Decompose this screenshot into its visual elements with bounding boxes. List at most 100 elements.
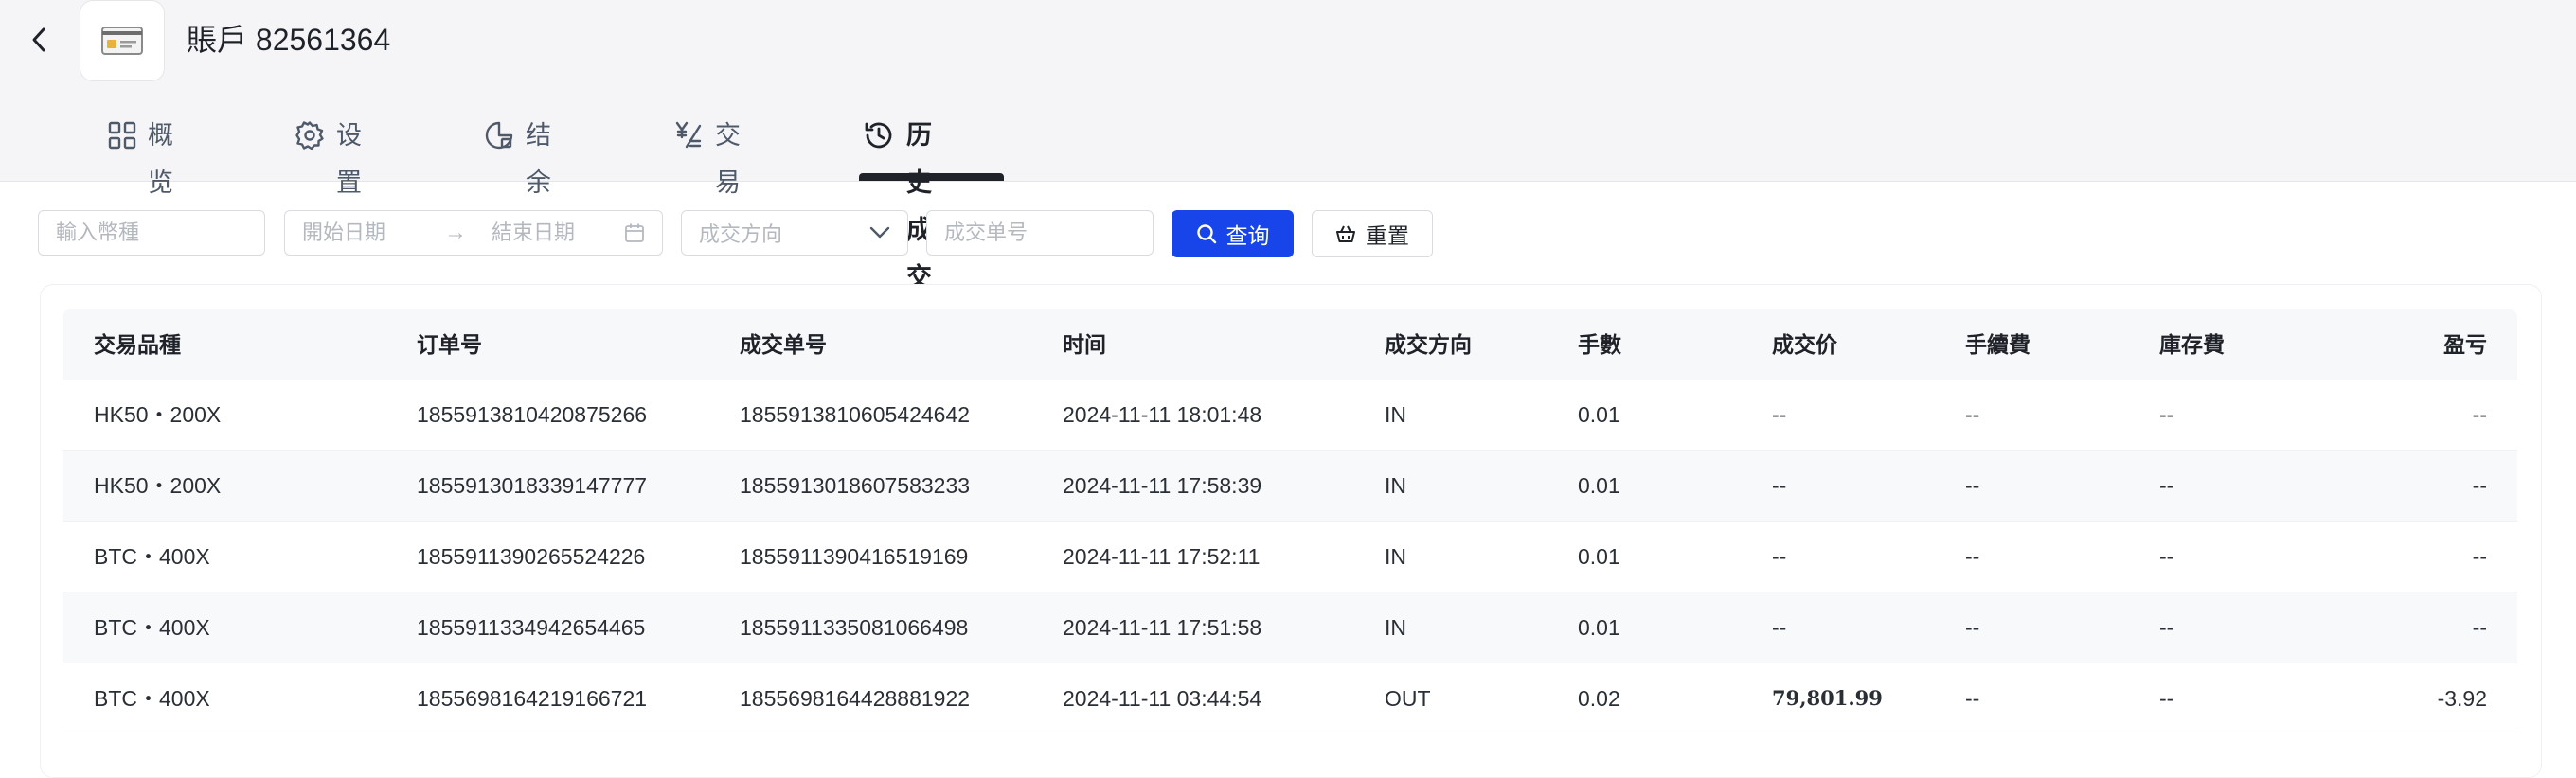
cell-swap: --: [2159, 544, 2174, 569]
chevron-left-icon: [32, 27, 45, 52]
tab-settings[interactable]: 设置: [295, 112, 366, 197]
cell-lots: 0.01: [1578, 473, 1620, 498]
back-button[interactable]: [25, 21, 53, 59]
cell-swap: --: [2159, 615, 2174, 640]
cell-symbol: HK50・200X: [94, 402, 222, 427]
calendar-icon: [624, 222, 645, 248]
col-time: 时间: [1063, 332, 1106, 357]
cell-lots: 0.02: [1578, 686, 1620, 711]
balance-icon: [484, 118, 514, 152]
cell-price: --: [1772, 473, 1787, 498]
cell-deal-no: 1855698164428881922: [740, 686, 971, 711]
deal-no-input-wrap: [926, 210, 1154, 256]
arrow-right-icon: →: [444, 220, 467, 245]
query-button-label: 查询: [1225, 223, 1270, 248]
search-icon: [1196, 224, 1216, 244]
gear-icon: [295, 118, 325, 152]
cell-order-no: 1855913810420875266: [417, 402, 648, 427]
cell-lots: 0.01: [1578, 544, 1620, 569]
cell-profit: -3.92: [2437, 686, 2487, 711]
table-row[interactable]: BTC・400X 1855911334942654465 18559113350…: [63, 592, 2517, 663]
reset-button-label: 重置: [1366, 223, 1409, 248]
history-table: 交易品種 订单号 成交单号 时间 成交方向 手數 成交价 手續費 庫存費 盈亏 …: [63, 309, 2517, 734]
table-row[interactable]: BTC・400X 1855698164219166721 18556981644…: [63, 663, 2517, 734]
cell-time: 2024-11-11 03:44:54: [1063, 686, 1262, 711]
cell-price: --: [1772, 402, 1787, 427]
tab-label: 概览: [148, 121, 173, 197]
reset-button[interactable]: 重置: [1312, 210, 1433, 257]
tab-label: 结余: [526, 121, 551, 197]
direction-select[interactable]: 成交方向: [681, 210, 908, 256]
tab-history[interactable]: 历史成交: [863, 112, 934, 292]
cell-profit: --: [2472, 473, 2487, 498]
table-row[interactable]: HK50・200X 1855913810420875266 1855913810…: [63, 380, 2517, 451]
col-deal-no: 成交单号: [740, 332, 827, 357]
grid-icon: [108, 118, 136, 152]
cell-direction: IN: [1385, 544, 1406, 569]
cell-order-no: 1855911390265524226: [417, 544, 646, 569]
date-range-picker[interactable]: →: [284, 210, 663, 256]
cell-price: --: [1772, 544, 1787, 569]
tab-trade[interactable]: 交易: [673, 112, 744, 197]
col-commission: 手續費: [1965, 332, 2030, 357]
basket-icon: [1336, 225, 1355, 242]
cell-deal-no: 1855911390416519169: [740, 544, 969, 569]
cell-price: --: [1772, 615, 1787, 640]
cell-time: 2024-11-11 18:01:48: [1063, 402, 1262, 427]
chevron-down-icon: [869, 226, 890, 239]
col-price: 成交价: [1772, 332, 1837, 357]
tab-label: 交易: [715, 121, 741, 197]
cell-lots: 0.01: [1578, 615, 1620, 640]
filter-bar: → 成交方向 查询 重置: [0, 210, 2576, 259]
cell-symbol: BTC・400X: [94, 615, 210, 640]
cell-deal-no: 1855913018607583233: [740, 473, 971, 498]
cell-commission: --: [1965, 473, 1980, 498]
active-tab-indicator: [859, 173, 1004, 181]
account-card-icon: [80, 0, 165, 81]
cell-direction: OUT: [1385, 686, 1431, 711]
cell-direction: IN: [1385, 402, 1406, 427]
col-swap: 庫存費: [2159, 332, 2225, 357]
table-row[interactable]: BTC・400X 1855911390265524226 18559113904…: [63, 522, 2517, 592]
tab-label: 历史成交: [906, 121, 932, 292]
table-row[interactable]: HK50・200X 1855913018339147777 1855913018…: [63, 451, 2517, 522]
start-date-input[interactable]: [285, 211, 437, 255]
tab-overview[interactable]: 概览: [108, 112, 179, 197]
cell-time: 2024-11-11 17:52:11: [1063, 544, 1261, 569]
end-date-input[interactable]: [474, 211, 626, 255]
query-button[interactable]: 查询: [1172, 210, 1294, 257]
cell-profit: --: [2472, 544, 2487, 569]
cell-commission: --: [1965, 686, 1980, 711]
cell-deal-no: 1855911335081066498: [740, 615, 969, 640]
cell-swap: --: [2159, 473, 2174, 498]
deal-no-input[interactable]: [927, 211, 1153, 255]
cell-symbol: HK50・200X: [94, 473, 222, 498]
col-direction: 成交方向: [1385, 332, 1472, 357]
tab-balance[interactable]: 结余: [484, 112, 555, 197]
col-profit: 盈亏: [2443, 332, 2487, 357]
cell-lots: 0.01: [1578, 402, 1620, 427]
cell-commission: --: [1965, 544, 1980, 569]
cell-profit: --: [2472, 402, 2487, 427]
col-symbol: 交易品種: [94, 332, 181, 357]
exchange-icon: [673, 118, 704, 152]
cell-profit: --: [2472, 615, 2487, 640]
cell-commission: --: [1965, 402, 1980, 427]
history-icon: [863, 118, 895, 152]
cell-order-no: 1855911334942654465: [417, 615, 646, 640]
cell-direction: IN: [1385, 615, 1406, 640]
table-header: 交易品種 订单号 成交单号 时间 成交方向 手數 成交价 手續費 庫存費 盈亏: [63, 309, 2517, 380]
cell-symbol: BTC・400X: [94, 544, 210, 569]
cell-order-no: 1855698164219166721: [417, 686, 648, 711]
cell-deal-no: 1855913810605424642: [740, 402, 971, 427]
tab-label: 设置: [336, 121, 362, 197]
account-title: 賬戶 82561364: [187, 23, 391, 57]
cell-direction: IN: [1385, 473, 1406, 498]
col-lots: 手數: [1578, 332, 1621, 357]
cell-time: 2024-11-11 17:51:58: [1063, 615, 1262, 640]
symbol-input[interactable]: [39, 211, 264, 255]
col-order-no: 订单号: [417, 332, 482, 357]
account-header: 賬戶 82561364 概览 设置 结余 交易 历史成交: [0, 0, 2576, 292]
symbol-input-wrap: [38, 210, 265, 256]
cell-swap: --: [2159, 686, 2174, 711]
